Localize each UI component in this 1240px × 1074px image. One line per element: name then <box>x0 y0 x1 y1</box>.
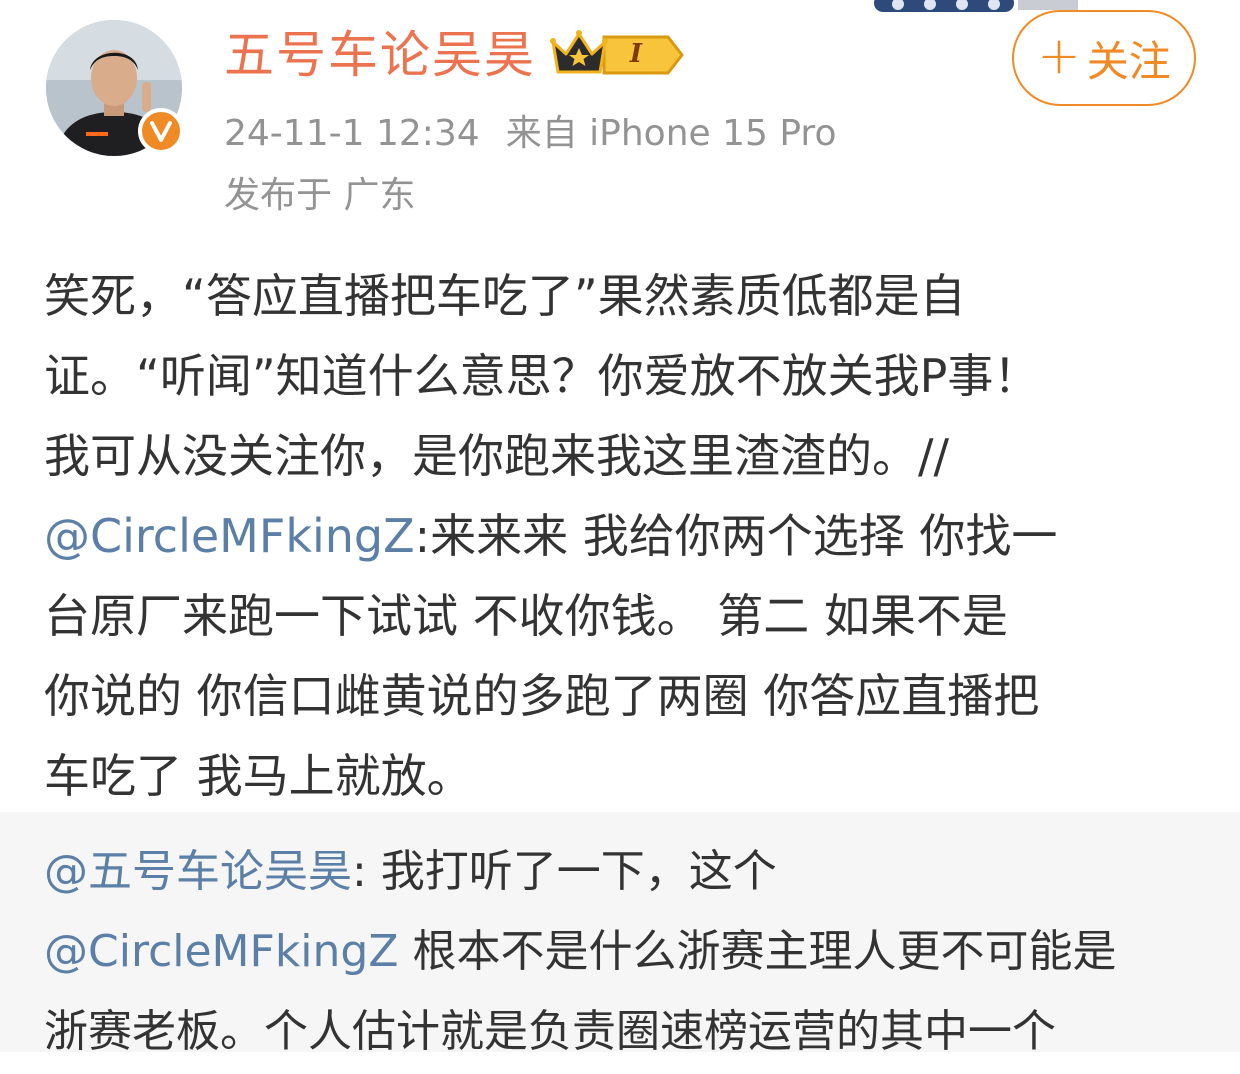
post-line: 笑死，“答应直播把车吃了”果然素质低都是自 <box>44 256 1204 336</box>
repost-line: @CircleMFkingZ 根本不是什么浙赛主理人更不可能是 <box>44 914 1214 994</box>
post-line: 你说的 你信口雌黄说的多跑了两圈 你答应直播把 <box>44 656 1204 736</box>
post-source: 来自 iPhone 15 Pro <box>505 113 837 154</box>
level-number: I <box>629 39 643 69</box>
post-timestamp: 24-11-1 12:34 <box>224 113 480 154</box>
user-mention-link[interactable]: @CircleMFkingZ <box>44 509 415 563</box>
verified-badge-icon <box>138 108 184 154</box>
repost-text-segment: 根本不是什么浙赛主理人更不可能是 <box>398 926 1117 977</box>
post-location: 发布于 广东 <box>224 175 416 216</box>
post-text-segment: 证。“听闻”知道什么意思？你爱放不放关我P事！ <box>44 349 1040 403</box>
repost-text-segment: 浙赛老板。个人估计就是负责圈速榜运营的其中一个 <box>44 1006 1056 1057</box>
user-mention-link[interactable]: @五号车论吴昊 <box>44 846 352 897</box>
plus-icon: + <box>1037 26 1081 86</box>
post-text-segment: 你说的 你信口雌黄说的多跑了两圈 你答应直播把 <box>44 669 1040 723</box>
repost-line: 浙赛老板。个人估计就是负责圈速榜运营的其中一个 <box>44 994 1214 1074</box>
follow-label: 关注 <box>1086 36 1171 86</box>
repost-box[interactable]: @五号车论吴昊: 我打听了一下，这个 @CircleMFkingZ 根本不是什么浙… <box>0 812 1240 1057</box>
repost-text-segment: : 我打听了一下，这个 <box>352 846 777 897</box>
post-line: 台原厂来跑一下试试 不收你钱。 第二 如果不是 <box>44 576 1204 656</box>
post-text-segment: 车吃了 我马上就放。 <box>44 749 473 803</box>
post-line: 证。“听闻”知道什么意思？你爱放不放关我P事！ <box>44 336 1204 416</box>
post-text-segment: 台原厂来跑一下试试 不收你钱。 第二 如果不是 <box>44 589 1008 643</box>
crown-icon <box>548 28 610 80</box>
post-line: @CircleMFkingZ:来来来 我给你两个选择 你找一 <box>44 496 1204 576</box>
user-mention-link[interactable]: @CircleMFkingZ <box>44 926 399 977</box>
user-name[interactable]: 五号车论吴昊 <box>224 20 536 90</box>
follow-button[interactable]: + 关注 <box>1012 10 1196 106</box>
post-line: 车吃了 我马上就放。 <box>44 736 1204 816</box>
post-text-segment: :来来来 我给你两个选择 你找一 <box>414 509 1058 563</box>
post-meta: 24-11-1 12:34 来自 iPhone 15 Pro <box>224 110 836 158</box>
post-line: 我可从没关注你，是你跑来我这里渣渣的。// <box>44 416 1204 496</box>
post-text-segment: 我可从没关注你，是你跑来我这里渣渣的。// <box>44 429 949 483</box>
repost-text: @五号车论吴昊: 我打听了一下，这个 @CircleMFkingZ 根本不是什么浙… <box>44 834 1214 1074</box>
avatar-container[interactable] <box>46 20 186 160</box>
post-text: 笑死，“答应直播把车吃了”果然素质低都是自证。“听闻”知道什么意思？你爱放不放关… <box>44 256 1204 816</box>
repost-line: @五号车论吴昊: 我打听了一下，这个 <box>44 834 1214 914</box>
post-text-segment: 笑死，“答应直播把车吃了”果然素质低都是自 <box>44 269 966 323</box>
